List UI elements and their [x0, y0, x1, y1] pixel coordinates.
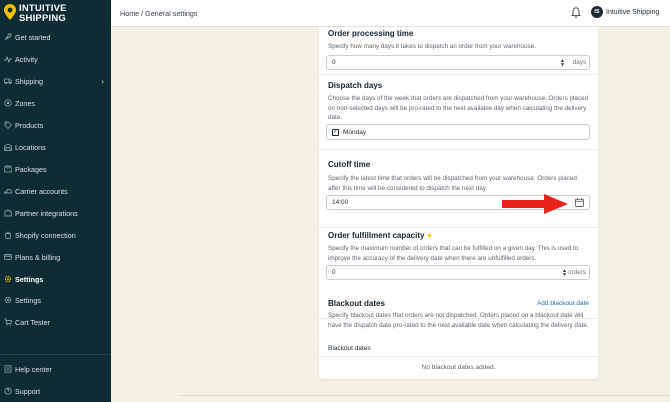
red-arrow-annotation — [502, 194, 568, 214]
top-bar: Home / General settings IS Intuitive Shi… — [111, 0, 670, 27]
sidebar-item-label: Cart Tester — [15, 317, 51, 327]
section-order-processing-time: Order processing time Specify how many d… — [319, 27, 598, 75]
sidebar-item-activity[interactable]: Activity — [0, 50, 111, 68]
warehouse-icon — [4, 143, 12, 151]
zones-icon — [4, 99, 12, 107]
sidebar-item-plans-billing[interactable]: Plans & billing — [0, 248, 111, 266]
section-title: Order fulfillment capacity ✦ — [328, 231, 432, 240]
sidebar-item-label: Products — [15, 120, 44, 130]
support-icon — [4, 387, 12, 395]
stepper-icon[interactable]: ▲ ▼ — [562, 269, 567, 278]
sidebar-item-get-started[interactable]: Get started — [0, 28, 111, 46]
puzzle-icon — [4, 209, 12, 217]
shopify-icon — [4, 231, 12, 239]
sidebar-item-carrier-accounts[interactable]: Carrier accounts — [0, 182, 111, 200]
gear-icon — [4, 296, 12, 304]
section-title: Order processing time — [328, 29, 414, 38]
sidebar-item-shipping[interactable]: Shipping › — [0, 72, 111, 90]
logo-line-2: SHIPPING — [19, 12, 66, 24]
sidebar-item-label: Partner integrations — [15, 208, 78, 218]
activity-icon — [4, 55, 12, 63]
sidebar-item-label: Help center — [15, 364, 52, 374]
sidebar-item-settings-active[interactable]: Settings — [0, 270, 111, 288]
field-suffix: orders — [568, 269, 586, 276]
cart-icon — [4, 318, 12, 326]
sidebar-item-label: Activity — [15, 54, 38, 64]
sidebar-item-label: Carrier accounts — [15, 186, 68, 196]
field-value: 14:00 — [332, 199, 349, 206]
section-description: Specify how many days it takes to dispat… — [328, 43, 536, 50]
tag-icon — [4, 121, 12, 129]
sidebar: INTUITIVE SHIPPING Get started Activity … — [0, 0, 111, 402]
stepper-icon[interactable]: ▲ ▼ — [560, 59, 565, 68]
user-name[interactable]: Intuitive Shipping — [606, 9, 659, 16]
section-description: Specify the latest time that orders will… — [328, 175, 577, 192]
section-description: Choose the days of the week that orders … — [328, 95, 589, 122]
sidebar-item-products[interactable]: Products — [0, 116, 111, 134]
sidebar-item-label: Zones — [15, 98, 35, 108]
sidebar-item-label: Packages — [15, 164, 47, 174]
chevron-right-icon: › — [101, 76, 104, 86]
sidebar-item-label: Get started — [15, 32, 51, 42]
sidebar-item-label: Settings — [15, 295, 41, 305]
sidebar-item-label: Support — [15, 386, 41, 396]
section-title: Cutoff time — [328, 160, 371, 169]
sidebar-item-label: Shopify connection — [15, 230, 76, 240]
sidebar-item-label: Locations — [15, 142, 46, 152]
help-icon — [4, 365, 12, 373]
sparkle-icon: ✦ — [426, 233, 433, 240]
bell-icon[interactable] — [571, 6, 581, 18]
gear-icon — [4, 275, 12, 283]
logo[interactable]: INTUITIVE SHIPPING — [4, 4, 67, 23]
truck-icon — [4, 77, 12, 85]
field-value: 0 — [332, 269, 336, 276]
sidebar-item-shopify-connection[interactable]: Shopify connection — [0, 226, 111, 244]
sidebar-item-label: Settings — [15, 274, 44, 284]
location-pin-icon — [4, 4, 16, 20]
processing-time-input[interactable]: 0 ▲ ▼ days — [326, 55, 590, 70]
rocket-icon — [4, 33, 12, 41]
monday-checkbox[interactable]: ✓ — [332, 128, 339, 136]
section-title: Blackout dates — [328, 299, 385, 308]
add-blackout-date-link[interactable]: Add blackout date — [537, 300, 589, 307]
package-icon — [4, 165, 12, 173]
field-suffix: days — [572, 59, 586, 66]
calendar-icon[interactable] — [575, 198, 584, 207]
section-description: Specify the maximum number of orders tha… — [328, 245, 579, 262]
avatar[interactable]: IS — [591, 6, 603, 18]
blackout-dates-subheading: Blackout dates — [328, 345, 371, 352]
billing-icon — [4, 253, 12, 261]
sidebar-item-help-center[interactable]: Help center — [0, 360, 111, 378]
divider — [319, 356, 598, 357]
section-title: Dispatch days — [328, 81, 383, 90]
empty-state-text: No blackout dates added. — [421, 364, 496, 371]
sidebar-item-label: Plans & billing — [15, 252, 61, 262]
sidebar-item-support[interactable]: Support — [0, 382, 111, 400]
carrier-icon — [4, 187, 12, 195]
section-cutoff-time: Cutoff time Specify the latest time that… — [319, 150, 598, 228]
section-description: Specify blackout dates that orders are n… — [328, 312, 589, 329]
day-label: Monday — [343, 128, 367, 136]
breadcrumb[interactable]: Home / General settings — [120, 9, 198, 18]
sidebar-divider — [0, 354, 111, 355]
page-bottom-divider — [180, 395, 670, 396]
sidebar-item-settings[interactable]: Settings — [0, 291, 111, 309]
sidebar-item-cart-tester[interactable]: Cart Tester — [0, 313, 111, 331]
section-title-text: Order fulfillment capacity — [328, 231, 425, 240]
capacity-input[interactable]: 0 ▲ ▼ orders — [326, 265, 590, 280]
section-blackout-dates: Blackout dates Add blackout date Specify… — [319, 299, 598, 379]
dispatch-days-list[interactable]: ✓ Monday — [326, 124, 590, 140]
sidebar-item-zones[interactable]: Zones — [0, 94, 111, 112]
sidebar-item-packages[interactable]: Packages — [0, 160, 111, 178]
sidebar-item-label: Shipping — [15, 76, 43, 86]
field-value: 0 — [332, 59, 336, 66]
sidebar-item-locations[interactable]: Locations — [0, 138, 111, 156]
sidebar-item-partner-integrations[interactable]: Partner integrations — [0, 204, 111, 222]
